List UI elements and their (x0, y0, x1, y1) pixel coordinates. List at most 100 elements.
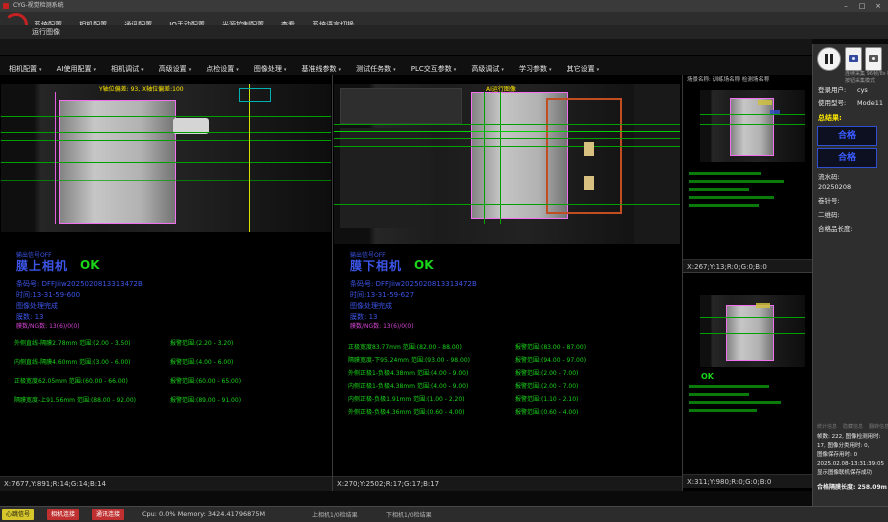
stats-line: 显示图像联机保存成功 (817, 470, 872, 477)
film-count-text: 膜数: 13 (16, 313, 44, 321)
close-button[interactable]: × (870, 0, 886, 12)
record-button[interactable] (865, 47, 882, 71)
time-text: 时间:13-31-59-627 (350, 291, 414, 299)
roll-number-label: 卷针号: (818, 198, 840, 206)
chevron-down-icon: ▾ (339, 67, 342, 73)
camera-image-left[interactable]: Y轴位偏差: 93, X轴位偏差:100 (1, 84, 331, 232)
pixel-coord-text: X:7677,Y:891;R:14;G:14;B:14 (4, 480, 106, 488)
pause-button[interactable] (817, 47, 841, 71)
measure-line (484, 92, 485, 224)
text-blur-line (689, 409, 757, 412)
pixel-coord-text: X:311;Y:980;R:0;G:0;B:0 (687, 478, 771, 486)
preview-image-bottom[interactable] (700, 295, 805, 367)
text-blur-line (689, 172, 761, 175)
text-blur-line (689, 393, 749, 396)
text-blur-line (689, 401, 781, 404)
status-bar: 心跳信号 相机连接 通讯连接 Cpu: 0.0% Memory: 3424.41… (0, 506, 888, 522)
app-window: CYG-视觉检测系统 – □ × 系统配置 相机配置 通讯配置 IO手动配置 光… (0, 0, 888, 522)
minimize-button[interactable]: – (838, 0, 854, 12)
capture-mode-line2: 按钮采集模式 (845, 78, 875, 84)
stats-line: 图像保存用时: 0 (817, 452, 857, 459)
stats-line: 帧数: 222, 图像检测用时: (817, 434, 880, 441)
measure-line (334, 138, 680, 139)
roi-box (239, 88, 271, 102)
tab-run-image[interactable]: 运行图像 (32, 28, 60, 36)
stats-tab-flip[interactable]: 翻转信息 (869, 424, 888, 430)
overlay-label-mark (770, 110, 780, 114)
result-box-1: 合格 (817, 126, 877, 146)
preview-image-top[interactable] (700, 90, 805, 162)
measurement-alarm: 报警范围:(1.10 - 2.10) (515, 396, 578, 403)
upper-camera-result-text: 上相机1/0检结果 (312, 512, 358, 519)
measurement-alarm: 报警范围:(2.00 - 7.00) (515, 383, 578, 390)
pause-icon (825, 54, 828, 64)
measurement-alarm: 报警范围:(60.00 - 65.00) (170, 378, 241, 385)
result-ok-badge: OK (414, 258, 434, 272)
camera-connection-indicator: 相机连接 (47, 509, 79, 520)
machine-block (634, 84, 680, 244)
chevron-down-icon: ▾ (501, 67, 504, 73)
menu-bar: 系统配置 相机配置 通讯配置 IO手动配置 光源控制配置 查看 系统语言切换 (0, 12, 888, 25)
measure-line (1, 180, 331, 181)
length-label: 合格品长度: (818, 226, 853, 234)
overlay-label-mark (756, 303, 770, 308)
film-count-detail: 膜数/NG数: 13(6)/0(0) (16, 323, 80, 330)
text-blur-line (689, 180, 784, 183)
window-title: CYG-视觉检测系统 (13, 2, 64, 9)
chevron-down-icon: ▾ (454, 67, 457, 73)
text-blur-line (689, 196, 774, 199)
measure-line (700, 333, 805, 334)
camera-image-middle[interactable]: AI运行图像 (334, 84, 680, 244)
serial-value: 20250208 (818, 184, 851, 192)
chevron-down-icon: ▾ (93, 67, 96, 73)
ai-overlay-label: AI运行图像 (486, 86, 516, 93)
measurement-alarm: 报警范围:(83.00 - 87.00) (515, 344, 586, 351)
toolbar: 相机配置▾ AI使用配置▾ 相机调试▾ 高级设置▾ 点检设置▾ 图像处理▾ 基准… (0, 55, 812, 76)
cell-region (730, 98, 774, 156)
spacer-band (0, 39, 812, 55)
pixel-coord-text: X:270;Y:2502;R:17;G:17;B:17 (337, 480, 439, 488)
maximize-button[interactable]: □ (854, 0, 870, 12)
snapshot-button[interactable] (845, 47, 862, 71)
measure-line (700, 317, 805, 318)
measurement-alarm: 报警范围:(4.00 - 6.00) (170, 359, 233, 366)
measurement-value: 隔膜宽度-下95.24mm 范围:(93.00 - 98.00) (348, 357, 470, 364)
measurement-value: 隔膜宽度-上91.56mm 范围:(88.00 - 92.00) (14, 397, 136, 404)
film-count-detail: 膜数/NG数: 13(6)/0(0) (350, 323, 414, 330)
text-blur-line (689, 385, 769, 388)
login-user-label: 登录用户: (818, 87, 846, 95)
pixel-coord-bar: X:311;Y:980;R:0;G:0;B:0 (683, 474, 812, 488)
measurement-value: 外侧正极1-负极4.38mm 范围:(4.00 - 9.00) (348, 370, 468, 377)
measurement-alarm: 报警范围:(89.00 - 91.00) (170, 397, 241, 404)
pixel-coord-bar: X:7677,Y:891;R:14;G:14;B:14 (0, 476, 332, 491)
measure-line (1, 140, 331, 141)
capture-mode-line1: 连续采集 96帧/8s 模式 (845, 71, 888, 77)
pixel-coord-bar: X:267;Y:13;R:0;G:0;B:0 (683, 259, 812, 273)
stats-tab-hide[interactable]: 隐藏信息 (843, 424, 863, 430)
measure-line (334, 131, 680, 132)
camera-result-title: 膜下相机 (350, 259, 402, 273)
right-sidebar: 连续采集 96帧/8s 模式 按钮采集模式 登录用户: cys 使用型号: Mo… (812, 44, 888, 506)
barcode-text: 条码号: DFFJiiw2025020813313472B (16, 280, 143, 288)
chevron-down-icon: ▾ (284, 67, 287, 73)
process-status-text: 图像处理完成 (350, 302, 392, 310)
chevron-down-icon: ▾ (393, 67, 396, 73)
text-blur-line (689, 204, 759, 207)
measurement-value: 内侧正极1-负极4.38mm 范围:(4.00 - 9.00) (348, 383, 468, 390)
stats-tab-statistics: 统计信息 (817, 424, 837, 430)
measurement-alarm: 报警范围:(0.60 - 4.00) (515, 409, 578, 416)
camera-lens-icon (852, 57, 855, 60)
measure-line (1, 132, 331, 133)
qr-code-label: 二维码: (818, 212, 840, 220)
camera-lens-icon (872, 57, 875, 60)
overlay-label-mark (758, 100, 772, 105)
measure-line (1, 162, 331, 163)
measurement-value: 外侧直线-隔膜2.78mm 范围:(2.00 - 3.50) (14, 340, 131, 347)
measure-line (500, 92, 501, 224)
ai-detect-box (546, 98, 622, 214)
camera-result-title: 膜上相机 (16, 259, 68, 273)
reference-line (249, 84, 250, 232)
pixel-coord-bar: X:270;Y:2502;R:17;G:17;B:17 (333, 476, 682, 491)
chevron-down-icon: ▾ (141, 67, 144, 73)
heartbeat-indicator: 心跳信号 (2, 509, 34, 520)
